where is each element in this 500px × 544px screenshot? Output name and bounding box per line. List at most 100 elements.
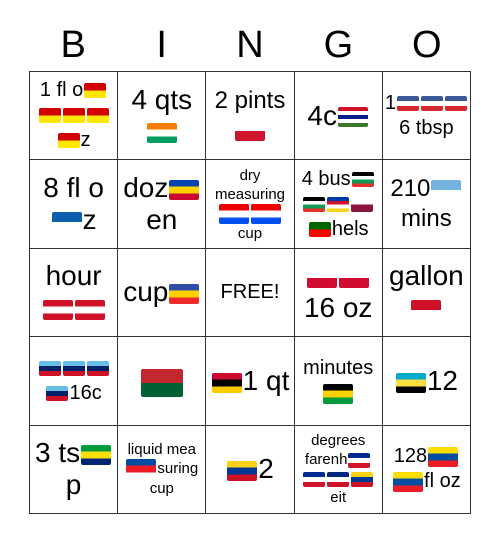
cell-text: doz: [123, 172, 169, 204]
cell-text: 6 tbsp: [399, 116, 454, 139]
monaco-flag-icon: [411, 300, 442, 321]
portugal-flag-icon: [308, 221, 331, 237]
bingo-cell[interactable]: 4c: [294, 72, 383, 161]
cell-text: 16 oz: [303, 292, 373, 324]
cell-text: suring cup: [149, 460, 199, 498]
cell-text: z: [82, 204, 97, 236]
cell-text: 4 bus: [301, 167, 351, 190]
cell-text: 1: [384, 91, 396, 114]
bingo-cell[interactable]: 4 qts: [118, 72, 207, 161]
bingo-cell[interactable]: liquid measuring cup: [118, 425, 207, 514]
bingo-cell[interactable]: 16 tbsp: [382, 72, 471, 161]
cell-content: degrees farenheit: [297, 431, 380, 507]
bingo-cell[interactable]: 8 fl oz: [30, 160, 119, 249]
cell-text: cup: [123, 276, 169, 308]
header-letter-n: N: [236, 24, 264, 66]
bingo-cell[interactable]: minutes: [294, 337, 383, 426]
cell-text: 210: [390, 175, 431, 203]
cell-content: FREE!: [221, 280, 280, 305]
bingo-cell[interactable]: 2 pints: [206, 72, 295, 161]
bingo-grid: 1 fl oz 4 qts 2 pints 4c 16 tbsp 8 fl oz dozen…: [29, 71, 471, 514]
header-letter-g: G: [323, 24, 354, 66]
cell-text: hour: [45, 260, 102, 292]
bingo-cell[interactable]: hour: [30, 248, 119, 338]
cell-content: 16 oz: [297, 260, 380, 324]
bingo-cell[interactable]: degrees farenheit: [294, 425, 383, 514]
cell-content: dry measuring cup: [208, 166, 291, 243]
bingo-cell[interactable]: 210mins: [382, 160, 471, 249]
bingo-cell-free[interactable]: FREE!: [206, 248, 295, 338]
bingo-cell[interactable]: [118, 337, 207, 426]
cell-content: 12: [395, 365, 458, 397]
north-macedonia-flag-icon: [62, 108, 85, 124]
fiji-flag-icon: [38, 361, 61, 377]
fiji-flag-icon: [62, 361, 85, 377]
bingo-cell[interactable]: 128fl oz: [382, 425, 471, 514]
cell-text: 2 pints: [214, 86, 286, 114]
cell-content: liquid measuring cup: [120, 440, 203, 498]
cell-content: 1 qt: [211, 364, 290, 397]
cell-text: 12: [426, 364, 458, 396]
bingo-cell[interactable]: 16c: [30, 337, 119, 426]
bingo-cell[interactable]: dry measuring cup: [206, 160, 295, 249]
cote-divoire-flag-icon: [146, 123, 177, 144]
reunion-flag-icon: [169, 284, 200, 305]
cell-text: en: [146, 204, 178, 236]
header-letter-i: I: [156, 24, 167, 66]
cell-content: 8 fl oz: [32, 172, 115, 236]
angola-flag-icon: [211, 372, 242, 393]
cell-content: dozen: [120, 172, 203, 236]
cell-text: cup: [237, 224, 263, 242]
cell-content: 2 pints: [208, 86, 291, 146]
cell-content: 210mins: [385, 174, 468, 234]
bingo-cell[interactable]: 1 fl o z: [30, 72, 119, 161]
colombia-flag-icon: [227, 460, 258, 481]
cell-content: hour: [32, 260, 115, 324]
malta-flag-icon: [234, 121, 265, 142]
morocco-flag-icon: [140, 368, 183, 397]
bingo-cell[interactable]: dozen: [118, 160, 207, 249]
bingo-cell[interactable]: 1 qt: [206, 337, 295, 426]
bingo-cell[interactable]: gallon: [382, 248, 471, 338]
greenland-flag-icon: [307, 268, 338, 289]
saint-pierre-miquelon-flag-icon: [420, 95, 443, 111]
greenland-flag-icon: [339, 268, 370, 289]
puerto-rico-flag-icon: [218, 203, 249, 224]
bingo-cell[interactable]: 4 bus hels: [294, 160, 383, 249]
cell-content: [140, 365, 184, 397]
philippines-flag-icon: [327, 196, 350, 212]
bingo-cell[interactable]: cup: [118, 248, 207, 338]
costa-rica-flag-icon: [327, 471, 350, 487]
cell-content: minutes: [297, 356, 380, 406]
gambia-flag-icon: [337, 107, 368, 128]
cell-text: gallon: [389, 260, 464, 292]
colombia-flag-icon: [351, 471, 374, 487]
cell-content: 4 qts: [120, 84, 203, 148]
bingo-cell[interactable]: 12: [382, 337, 471, 426]
cell-text: 1 qt: [242, 364, 290, 396]
cell-content: 16c: [32, 356, 115, 406]
bingo-cell[interactable]: 16 oz: [294, 248, 383, 338]
cell-content: 4c: [307, 100, 369, 132]
bingo-cell[interactable]: 3 tsp: [30, 425, 119, 514]
brazil-flag-icon: [81, 444, 112, 465]
cuba-flag-icon: [348, 452, 371, 468]
cell-content: gallon: [385, 260, 468, 324]
ecuador-flag-icon: [428, 447, 459, 468]
bahamas-flag-icon: [395, 372, 426, 393]
cell-content: 3 tsp: [32, 437, 115, 501]
cell-text: FREE!: [220, 280, 280, 303]
cell-text: 3 ts: [35, 437, 81, 469]
cell-text: eit: [330, 489, 347, 507]
palestine-flag-icon: [303, 196, 326, 212]
cell-content: 1 fl o z: [32, 78, 115, 153]
cell-text: 4c: [307, 99, 337, 131]
qatar-flag-icon: [351, 196, 374, 212]
north-macedonia-flag-icon: [38, 108, 61, 124]
cell-text: hels: [331, 217, 369, 240]
bingo-header: B I N G O: [29, 20, 471, 70]
header-letter-b: B: [60, 24, 86, 66]
bingo-cell[interactable]: 2: [206, 425, 295, 514]
header-letter-o: O: [412, 24, 442, 66]
cell-text: dry measuring: [214, 166, 286, 203]
